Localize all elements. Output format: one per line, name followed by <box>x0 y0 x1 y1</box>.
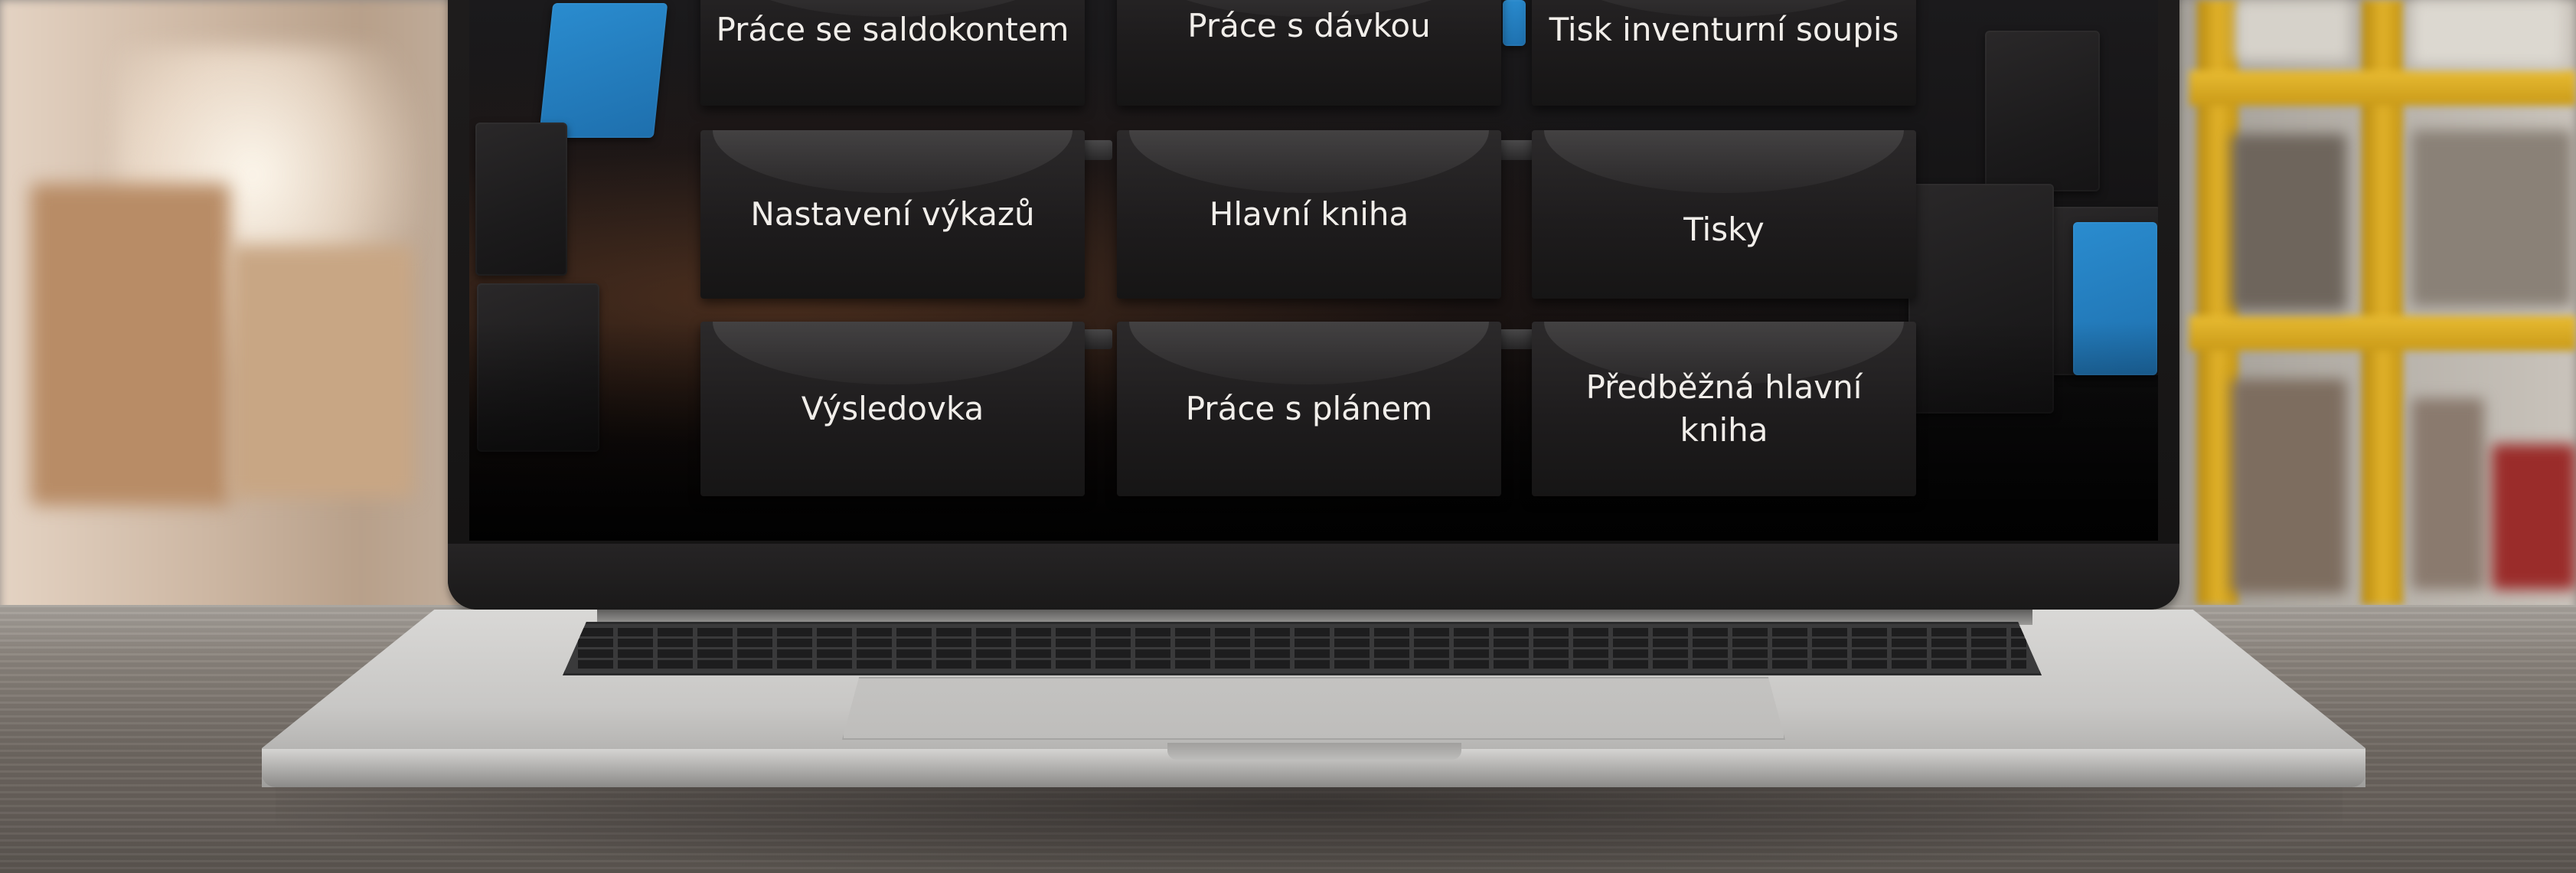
menu-tile-nastaveni-vykazu[interactable]: Nastavení výkazů <box>700 130 1085 299</box>
menu-tile-tisk-inventurni-soupis[interactable]: Tisk inventurní soupis <box>1532 0 1916 106</box>
shelf-box <box>2492 444 2576 590</box>
menu-tile-predbezna-hlavni-kniha[interactable]: Předběžná hlavní kniha <box>1532 322 1916 496</box>
decor-panel <box>1985 31 2100 191</box>
menu-tile-prace-s-planem[interactable]: Práce s plánem <box>1117 322 1501 496</box>
decor-panel-blue <box>538 3 668 138</box>
laptop-shadow <box>276 773 2343 873</box>
menu-tile-label: Nastavení výkazů <box>750 195 1035 233</box>
screen-bottom-bezel <box>448 544 2179 610</box>
shelf-box <box>2235 0 2350 61</box>
menu-tile-prace-se-saldokontem[interactable]: Práce se saldokontem <box>700 0 1085 106</box>
menu-tile-label: Hlavní kniha <box>1209 195 1409 233</box>
menu-tile-label: Předběžná hlavní kniha <box>1585 368 1863 449</box>
laptop-keyboard <box>563 622 2042 675</box>
lid-opening-notch <box>1167 743 1461 760</box>
menu-tile-label: Výsledovka <box>801 390 984 427</box>
laptop-trackpad <box>842 677 1785 740</box>
menu-tile-prace-s-davkou[interactable]: Práce s dávkou <box>1117 0 1501 106</box>
shelf-box <box>2232 134 2346 310</box>
keyboard-keys <box>578 628 2026 669</box>
decor-panel-blue <box>1503 0 1526 46</box>
menu-tile-tisky[interactable]: Tisky <box>1532 130 1916 299</box>
shelf-box <box>2232 379 2346 593</box>
shelf-beam <box>2189 316 2576 351</box>
laptop-screen: Práce se saldokontem Práce s dávkou Tisk… <box>469 0 2158 541</box>
decor-panel <box>475 123 567 276</box>
shelf-box <box>2411 398 2484 590</box>
menu-tile-label: Tisk inventurní soupis <box>1549 11 1899 48</box>
photo-scene: Práce se saldokontem Práce s dávkou Tisk… <box>0 0 2576 873</box>
shelf-box <box>2411 0 2565 65</box>
menu-tile-label: Práce s plánem <box>1185 390 1433 427</box>
shelf-box <box>2411 130 2572 306</box>
menu-tile-hlavni-kniha[interactable]: Hlavní kniha <box>1117 130 1501 299</box>
menu-tile-label: Práce se saldokontem <box>716 11 1069 48</box>
blurred-box-stack <box>31 184 230 505</box>
menu-tile-label: Práce s dávkou <box>1187 7 1431 44</box>
menu-tile-label: Tisky <box>1683 211 1765 248</box>
blurred-box-stack <box>230 245 413 498</box>
shelf-beam <box>2189 70 2576 106</box>
laptop-lid: Práce se saldokontem Práce s dávkou Tisk… <box>448 0 2179 610</box>
menu-tile-vysledovka[interactable]: Výsledovka <box>700 322 1085 496</box>
